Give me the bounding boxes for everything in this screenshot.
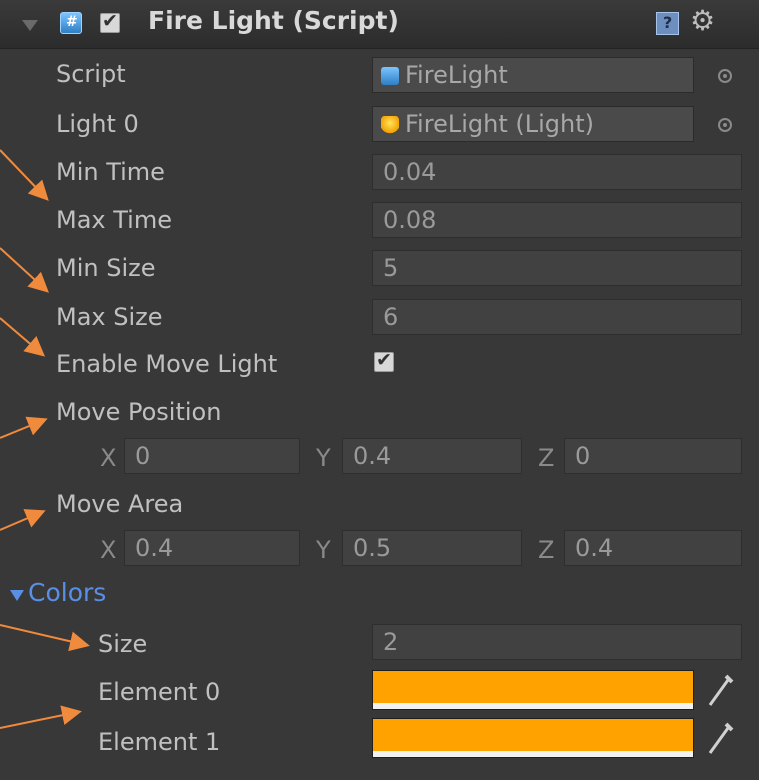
object-picker-icon[interactable] — [718, 118, 732, 132]
min-time-label: Min Time — [56, 158, 165, 186]
element-1-color-swatch[interactable] — [372, 718, 694, 758]
max-size-label: Max Size — [56, 303, 163, 331]
gear-icon[interactable]: ⚙ — [690, 6, 715, 36]
colors-size-field[interactable]: 2 — [372, 624, 742, 660]
foldout-arrow-icon[interactable] — [22, 20, 38, 31]
colors-foldout-arrow-icon[interactable] — [10, 590, 24, 601]
move-area-x-field[interactable]: 0.4 — [124, 530, 300, 566]
help-icon[interactable] — [656, 12, 679, 35]
move-position-z-label: Z — [538, 444, 555, 472]
move-area-y-label: Y — [316, 536, 331, 564]
move-position-x-label: X — [100, 444, 117, 472]
light0-label: Light 0 — [56, 110, 139, 138]
element-0-color-swatch[interactable] — [372, 670, 694, 710]
move-position-label: Move Position — [56, 398, 222, 426]
min-size-label: Min Size — [56, 254, 156, 282]
element-1-label: Element 1 — [98, 728, 221, 756]
script-label: Script — [56, 60, 126, 88]
max-size-field[interactable]: 6 — [372, 299, 742, 335]
move-area-label: Move Area — [56, 490, 184, 518]
script-icon — [60, 12, 82, 34]
object-picker-icon[interactable] — [718, 69, 732, 83]
max-time-field[interactable]: 0.08 — [372, 202, 742, 238]
script-value: FireLight — [405, 61, 508, 89]
move-area-y-field[interactable]: 0.5 — [342, 530, 522, 566]
move-position-x-field[interactable]: 0 — [124, 438, 300, 474]
light-bulb-icon — [381, 116, 399, 134]
min-time-field[interactable]: 0.04 — [372, 154, 742, 190]
move-area-z-field[interactable]: 0.4 — [564, 530, 742, 566]
inspector-panel: Fire Light (Script) ⚙ Script FireLight L… — [0, 0, 759, 780]
min-size-field[interactable]: 5 — [372, 250, 742, 286]
enable-move-light-checkbox[interactable] — [374, 349, 394, 372]
enable-move-light-label: Enable Move Light — [56, 350, 278, 378]
script-object-field[interactable]: FireLight — [372, 57, 694, 93]
light0-value: FireLight (Light) — [405, 110, 594, 138]
component-enabled-checkbox[interactable] — [100, 10, 120, 33]
move-position-y-field[interactable]: 0.4 — [342, 438, 522, 474]
colors-size-label: Size — [98, 630, 148, 658]
eyedropper-icon[interactable] — [706, 720, 734, 756]
move-position-z-field[interactable]: 0 — [564, 438, 742, 474]
component-title: Fire Light (Script) — [148, 6, 399, 35]
move-area-x-label: X — [100, 536, 117, 564]
colors-foldout-label[interactable]: Colors — [28, 578, 106, 607]
light0-object-field[interactable]: FireLight (Light) — [372, 106, 694, 142]
element-0-label: Element 0 — [98, 678, 221, 706]
max-time-label: Max Time — [56, 206, 172, 234]
eyedropper-icon[interactable] — [706, 672, 734, 708]
component-header[interactable]: Fire Light (Script) ⚙ — [0, 0, 759, 49]
move-area-z-label: Z — [538, 536, 555, 564]
move-position-y-label: Y — [316, 444, 331, 472]
csharp-script-icon — [381, 67, 399, 85]
